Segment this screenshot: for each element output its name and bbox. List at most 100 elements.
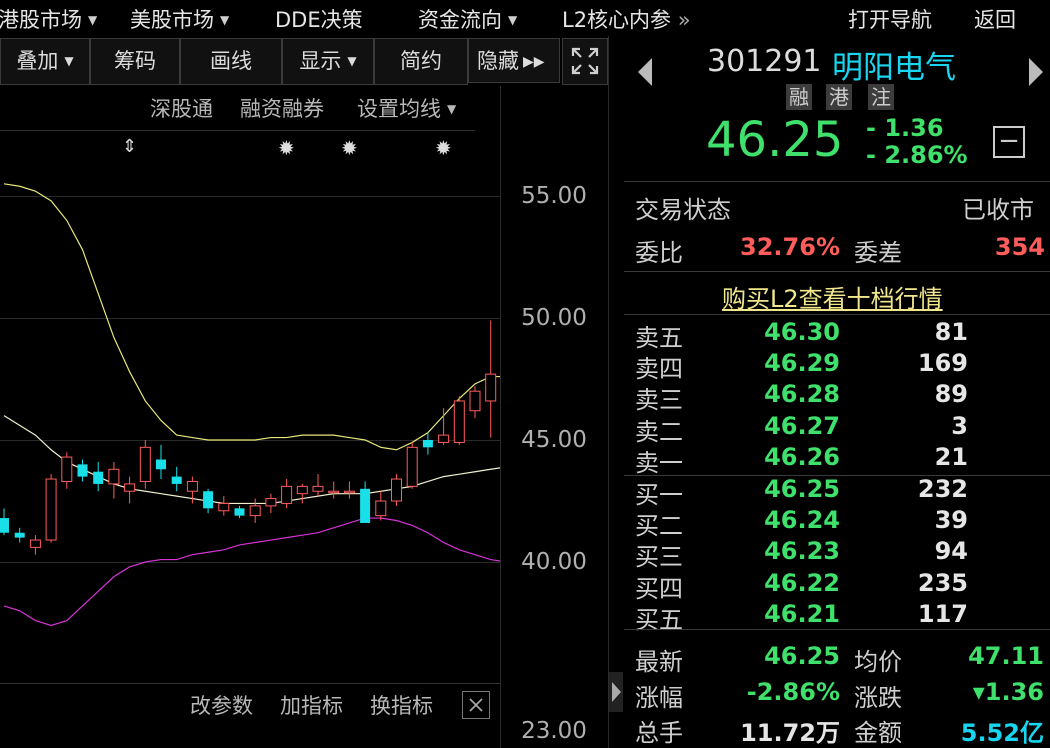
candle-body xyxy=(234,508,245,516)
candle[interactable] xyxy=(218,496,230,516)
pct-label: 涨幅 xyxy=(635,684,683,712)
ask-level-price[interactable]: 46.26 xyxy=(730,443,840,471)
ask-level-price[interactable]: 46.29 xyxy=(730,349,840,377)
candle-body xyxy=(391,478,402,502)
next-stock-icon[interactable] xyxy=(1025,56,1047,88)
y-tick-label: 50.00 xyxy=(521,305,587,331)
candle[interactable] xyxy=(485,320,497,438)
wc-label: 委差 xyxy=(854,239,902,267)
kline-svg xyxy=(0,183,500,627)
candle[interactable] xyxy=(312,474,324,497)
ask-level-price[interactable]: 46.30 xyxy=(730,318,840,346)
candle[interactable] xyxy=(360,481,371,523)
ask-level-volume: 89 xyxy=(934,380,968,409)
switch-indicator-link[interactable]: 换指标 xyxy=(370,690,433,720)
menu-hk-market[interactable]: 港股市场 ▼ xyxy=(0,4,97,34)
candle-body xyxy=(312,485,324,492)
bid-level-price[interactable]: 46.25 xyxy=(730,475,840,503)
menu-l2-core[interactable]: L2核心内参 » xyxy=(562,4,691,34)
bid-level-volume: 94 xyxy=(934,537,968,566)
candle[interactable] xyxy=(391,474,402,506)
collapse-button[interactable]: − xyxy=(993,126,1025,158)
menu-dde[interactable]: DDE决策 xyxy=(275,4,363,34)
candle-body xyxy=(296,485,308,495)
chips-button[interactable]: 筹码 xyxy=(90,38,180,85)
bid-level-volume: 232 xyxy=(917,475,968,503)
candle[interactable] xyxy=(29,535,41,555)
candle[interactable] xyxy=(77,459,88,482)
l2-purchase-link[interactable]: 购买L2查看十档行情 xyxy=(722,279,943,314)
bid-level-price[interactable]: 46.23 xyxy=(730,537,840,565)
price-change-pct: - 2.86% xyxy=(866,141,968,169)
candle[interactable] xyxy=(469,386,481,419)
draw-line-button[interactable]: 画线 xyxy=(180,38,282,85)
price-change: - 1.36 xyxy=(866,114,944,142)
bid-level-volume: 39 xyxy=(934,506,968,535)
double-arrow-right-icon: ▶▶ xyxy=(523,54,545,70)
ask-level-label: 卖三 xyxy=(635,386,683,415)
stock-code: 301291 xyxy=(707,44,822,79)
candle[interactable] xyxy=(265,493,277,514)
candle[interactable] xyxy=(139,440,151,489)
open-nav-button[interactable]: 打开导航 xyxy=(848,4,932,34)
candle[interactable] xyxy=(296,483,308,504)
candle-body xyxy=(485,373,497,402)
candle[interactable] xyxy=(93,461,104,492)
bid-level-price[interactable]: 46.21 xyxy=(730,600,840,628)
display-button[interactable]: 显示 ▼ xyxy=(282,38,374,85)
chevron-down-icon: ▼ xyxy=(347,54,357,68)
edit-params-link[interactable]: 改参数 xyxy=(190,690,253,720)
candle[interactable] xyxy=(438,408,450,445)
bid-level-price[interactable]: 46.24 xyxy=(730,506,840,534)
overlay-button[interactable]: 叠加 ▼ xyxy=(0,38,90,85)
bid-level-volume: 117 xyxy=(917,599,968,628)
candle[interactable] xyxy=(45,474,57,543)
candle[interactable] xyxy=(281,479,293,509)
menu-fund-flow[interactable]: 资金流向 ▼ xyxy=(418,4,517,34)
candle[interactable] xyxy=(61,452,73,489)
simple-button[interactable]: 简约 xyxy=(374,38,468,85)
fullscreen-button[interactable] xyxy=(562,38,608,85)
candle[interactable] xyxy=(14,527,25,543)
candle-body xyxy=(249,505,261,517)
wc-value: 354 xyxy=(994,233,1045,261)
close-indicator-button[interactable] xyxy=(462,691,490,719)
bid-level-label: 买四 xyxy=(635,574,683,603)
chg-label: 涨跌 xyxy=(854,684,902,712)
candle[interactable] xyxy=(343,481,355,499)
candle[interactable] xyxy=(156,444,166,480)
candle-body xyxy=(93,471,104,484)
boll-upper-line xyxy=(3,183,500,451)
candle[interactable] xyxy=(108,461,120,499)
candle-body xyxy=(45,478,57,541)
latest-value: 46.25 xyxy=(764,642,840,670)
volume-value: 11.72万 xyxy=(740,719,840,747)
prev-stock-icon[interactable] xyxy=(634,56,656,88)
candle[interactable] xyxy=(422,432,433,455)
hide-button[interactable]: 隐藏 ▶▶ xyxy=(468,38,560,83)
menu-us-market[interactable]: 美股市场 ▼ xyxy=(130,4,229,34)
amount-value: 5.52亿 xyxy=(960,719,1044,747)
volume-axis-label: 23.00 xyxy=(521,718,587,744)
ask-level-price[interactable]: 46.28 xyxy=(730,380,840,408)
candle[interactable] xyxy=(203,488,214,514)
candle[interactable] xyxy=(406,442,418,489)
candle[interactable] xyxy=(171,466,182,492)
back-button[interactable]: 返回 xyxy=(974,4,1016,34)
panel-toggle-handle[interactable] xyxy=(609,672,623,712)
candle[interactable] xyxy=(0,508,9,536)
candle[interactable] xyxy=(453,396,465,445)
ask-level-price[interactable]: 46.27 xyxy=(730,412,840,440)
more-icon: » xyxy=(677,8,691,32)
candle[interactable] xyxy=(328,481,340,499)
add-indicator-link[interactable]: 加指标 xyxy=(280,690,343,720)
candle[interactable] xyxy=(375,491,387,521)
last-price: 46.25 xyxy=(706,112,844,168)
candle[interactable] xyxy=(234,505,245,519)
candle[interactable] xyxy=(124,476,136,504)
pct-value: -2.86% xyxy=(746,678,840,706)
bid-level-price[interactable]: 46.22 xyxy=(730,569,840,597)
status-label: 交易状态 xyxy=(635,196,731,224)
candle[interactable] xyxy=(249,498,261,523)
ask-level-volume: 3 xyxy=(951,411,968,440)
